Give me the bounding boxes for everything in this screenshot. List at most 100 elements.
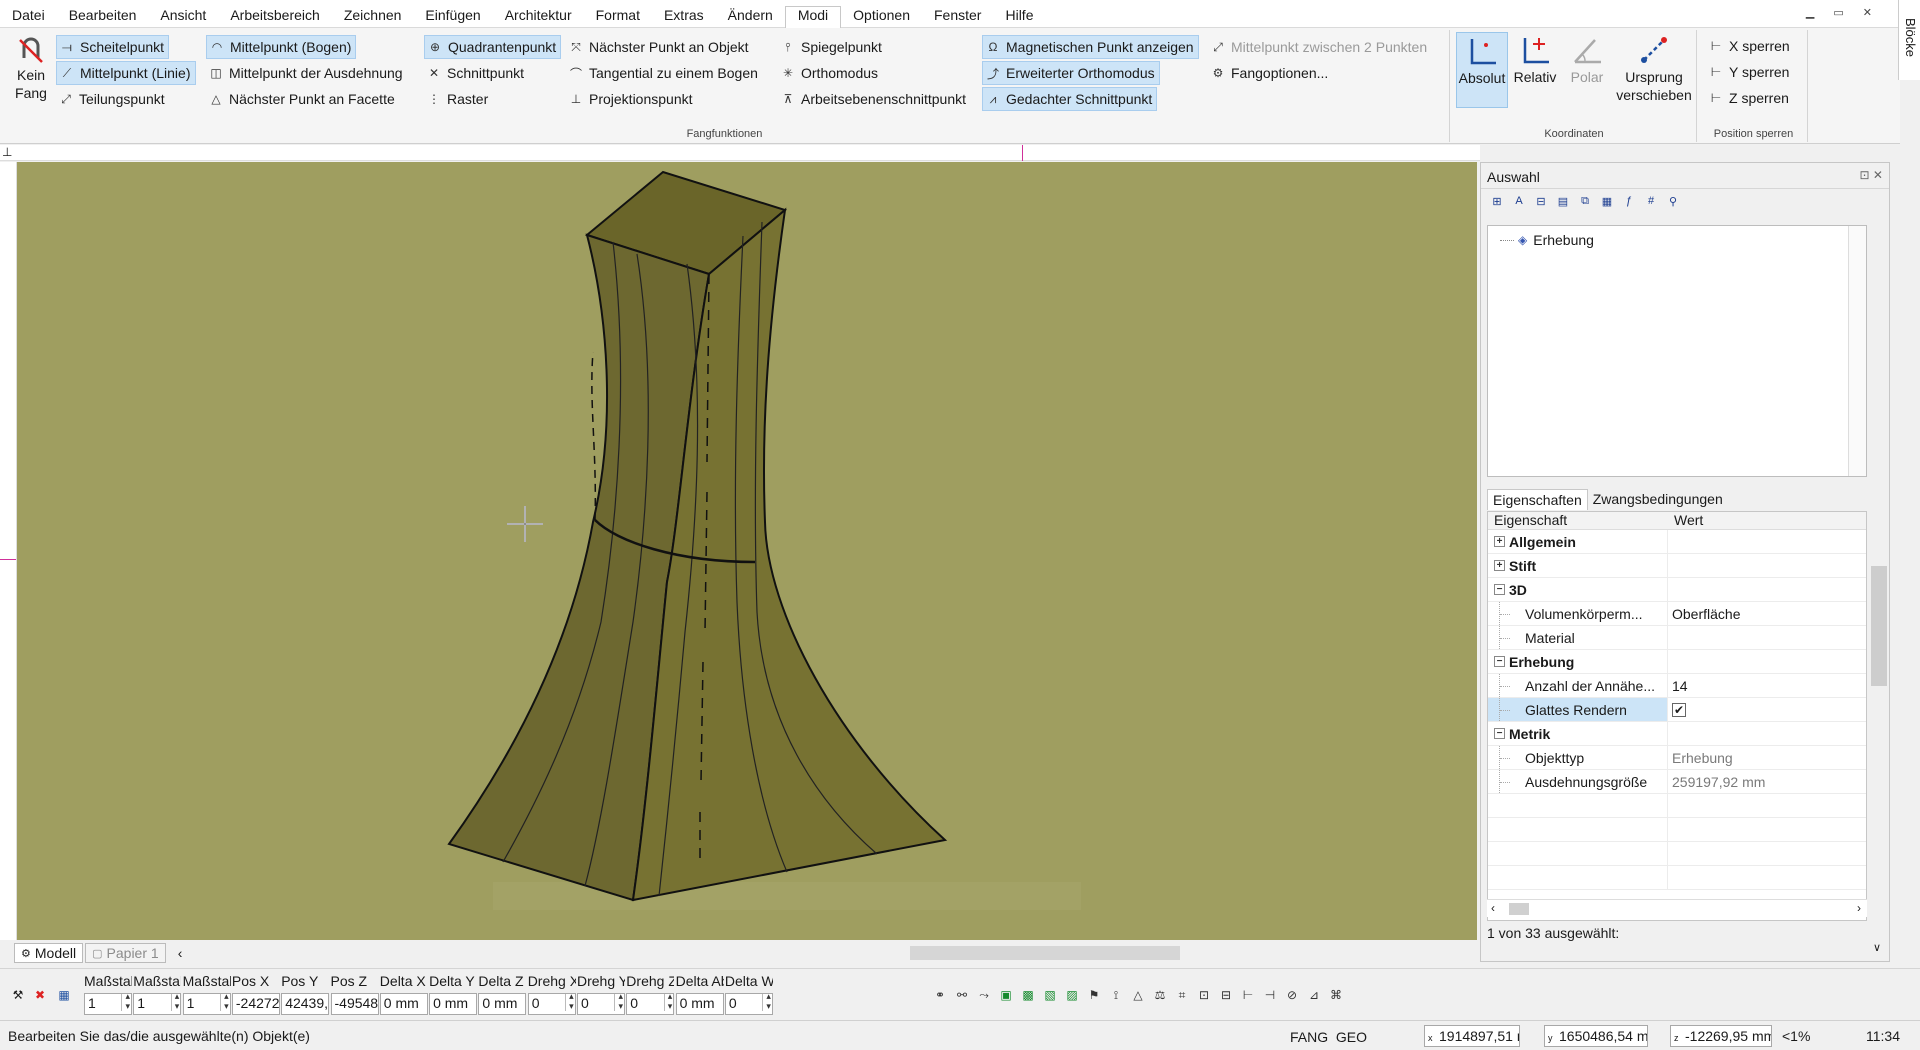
tool-icon[interactable]: △ <box>1130 987 1146 1003</box>
property-row[interactable]: − Metrik <box>1488 722 1866 746</box>
collapse-icon[interactable]: − <box>1494 728 1505 739</box>
cancel-icon[interactable]: ✖ <box>32 987 48 1003</box>
properties-hscrollbar[interactable]: ‹ › <box>1487 899 1867 917</box>
property-row[interactable]: + Stift <box>1488 554 1866 578</box>
chevron-down-icon[interactable]: ∨ <box>1873 941 1881 954</box>
coord-spinbox[interactable]: 0 <box>527 993 576 1015</box>
glattes-rendern-checkbox[interactable]: ✔ <box>1672 702 1686 717</box>
property-value[interactable]: ✔ <box>1668 702 1686 717</box>
relativ-button[interactable]: Relativ <box>1510 32 1560 108</box>
menu-9[interactable]: Ändern <box>716 7 785 27</box>
tool-icon[interactable]: ⊿ <box>1306 987 1322 1003</box>
fang-toggle[interactable]: FANG <box>1290 1029 1328 1045</box>
snap-button-3-1[interactable]: ⌒ Tangential zu einem Bogen <box>566 61 762 85</box>
snap-button-0-1[interactable]: ⟋ Mittelpunkt (Linie) <box>56 61 196 85</box>
col-eigenschaft[interactable]: Eigenschaft <box>1488 512 1668 529</box>
tool-icon[interactable]: ▣ <box>998 987 1014 1003</box>
scroll-thumb[interactable] <box>1509 903 1529 915</box>
ursprung-verschieben-button[interactable]: Ursprung verschieben <box>1612 32 1696 112</box>
snap-button-5-0[interactable]: Ω Magnetischen Punkt anzeigen <box>982 35 1199 59</box>
property-row[interactable]: − Erhebung <box>1488 650 1866 674</box>
polar-button[interactable]: Polar <box>1562 32 1612 108</box>
tool-icon[interactable]: ⊟ <box>1218 987 1234 1003</box>
snap-button-1-1[interactable]: ◫ Mittelpunkt der Ausdehnung <box>206 61 407 85</box>
select-all-icon[interactable]: A <box>1511 193 1527 209</box>
menu-5[interactable]: Einfügen <box>413 7 492 27</box>
tool-icon[interactable]: ⚑ <box>1086 987 1102 1003</box>
snap-button-0-0[interactable]: ⟞ Scheitelpunkt <box>56 35 170 59</box>
snap-button-5-1[interactable]: ⤴ Erweiterter Orthomodus <box>982 61 1160 85</box>
layers-icon[interactable]: ▤ <box>1555 193 1571 209</box>
snap-button-6-1[interactable]: ⚙ Fangoptionen... <box>1208 61 1332 85</box>
expand-icon[interactable]: + <box>1494 536 1505 547</box>
panel-vscroll-thumb[interactable] <box>1871 566 1887 686</box>
tool-icon[interactable]: ⊣ <box>1262 987 1278 1003</box>
tool-icon[interactable]: ⊡ <box>1196 987 1212 1003</box>
grid-icon[interactable]: # <box>1643 193 1659 209</box>
snap-button-1-0[interactable]: ◠ Mittelpunkt (Bogen) <box>206 35 357 59</box>
snap-button-4-1[interactable]: ✳ Orthomodus <box>778 61 882 85</box>
property-value[interactable]: Oberfläche <box>1668 606 1740 622</box>
col-wert[interactable]: Wert <box>1668 512 1709 529</box>
tree-item-erhebung[interactable]: ◈ Erhebung <box>1500 232 1594 248</box>
menu-3[interactable]: Arbeitsbereich <box>218 7 332 27</box>
hierarchy-icon[interactable]: ⊟ <box>1533 193 1549 209</box>
window-controls[interactable]: ▁ ▭ ✕ <box>1806 6 1880 19</box>
panel-vscrollbar[interactable]: ∨ <box>1869 488 1889 958</box>
kein-fang-button[interactable]: Kein Fang <box>8 34 54 112</box>
panel-close-icon[interactable]: ⊡ ✕ <box>1860 168 1883 182</box>
coord-input[interactable]: 0 mm <box>429 993 478 1015</box>
property-row[interactable]: Anzahl der Annähe... 14 <box>1488 674 1866 698</box>
tool-icon[interactable]: ▨ <box>1064 987 1080 1003</box>
menu-2[interactable]: Ansicht <box>148 7 218 27</box>
search-icon[interactable]: ⚲ <box>1665 193 1681 209</box>
tool-icon[interactable]: ⊘ <box>1284 987 1300 1003</box>
z-lock-button[interactable]: ⊢ Z sperren <box>1706 86 1793 110</box>
tab-papier-1[interactable]: ▢ Papier 1 <box>85 943 166 963</box>
table-icon[interactable]: ▦ <box>56 987 72 1003</box>
coord-spinbox[interactable]: 0 <box>626 993 675 1015</box>
menu-12[interactable]: Fenster <box>922 7 993 27</box>
tool-icon[interactable]: ⊢ <box>1240 987 1256 1003</box>
drawing-viewport[interactable] <box>17 162 1477 940</box>
snap-button-5-2[interactable]: ⩘ Gedachter Schnittpunkt <box>982 87 1158 111</box>
select-filter-icon[interactable]: ⊞ <box>1489 193 1505 209</box>
snap-button-3-2[interactable]: ⊥ Projektionspunkt <box>566 87 697 111</box>
absolut-button[interactable]: Absolut <box>1456 32 1508 108</box>
menu-8[interactable]: Extras <box>652 7 716 27</box>
x-lock-button[interactable]: ⊢ X sperren <box>1706 34 1794 58</box>
menu-13[interactable]: Hilfe <box>993 7 1045 27</box>
coord-input[interactable]: 0 mm <box>478 993 527 1015</box>
coord-spinbox[interactable]: 0 <box>724 993 773 1015</box>
coord-input[interactable]: -242723 <box>231 993 280 1015</box>
tab-zwangsbedingungen[interactable]: Zwangsbedingungen <box>1588 489 1728 510</box>
collapse-icon[interactable]: − <box>1494 656 1505 667</box>
bloecke-side-tab[interactable]: Blöcke <box>1898 0 1920 80</box>
coord-spinbox[interactable]: 0 <box>577 993 625 1015</box>
tool-icon[interactable]: ⟟ <box>1108 987 1124 1003</box>
snap-button-3-0[interactable]: ⤧ Nächster Punkt an Objekt <box>566 35 753 59</box>
formula-icon[interactable]: ƒ <box>1621 193 1637 209</box>
property-row[interactable]: Volumenkörperm... Oberfläche <box>1488 602 1866 626</box>
coord-input[interactable]: -49548, <box>330 993 379 1015</box>
loft-solid[interactable] <box>17 162 1477 940</box>
coord-input[interactable]: 0 mm <box>379 993 428 1015</box>
menu-7[interactable]: Format <box>584 7 652 27</box>
menu-0[interactable]: Datei <box>0 7 57 27</box>
coord-spinbox[interactable]: 1 <box>182 993 231 1015</box>
coord-input[interactable]: 0 mm <box>675 993 724 1015</box>
menu-1[interactable]: Bearbeiten <box>57 7 149 27</box>
tool-icon[interactable]: ▧ <box>1042 987 1058 1003</box>
snap-button-2-2[interactable]: ⋮ Raster <box>424 87 492 111</box>
tool-icon[interactable]: ⤳ <box>976 987 992 1003</box>
property-row[interactable]: + Allgemein <box>1488 530 1866 554</box>
scroll-right-icon[interactable]: › <box>1857 901 1861 915</box>
tool-icon[interactable]: ⚭ <box>932 987 948 1003</box>
snap-button-0-2[interactable]: ⤢ Teilungspunkt <box>56 87 169 111</box>
tab-modell[interactable]: ⚙ Modell <box>14 943 84 963</box>
snap-button-4-0[interactable]: ⫯ Spiegelpunkt <box>778 35 886 59</box>
snap-button-4-2[interactable]: ⊼ Arbeitsebenenschnittpunkt <box>778 87 970 111</box>
property-row[interactable]: −3D <box>1488 578 1866 602</box>
scroll-left-icon[interactable]: ‹ <box>178 945 183 961</box>
scroll-left-icon[interactable]: ‹ <box>1491 901 1495 915</box>
